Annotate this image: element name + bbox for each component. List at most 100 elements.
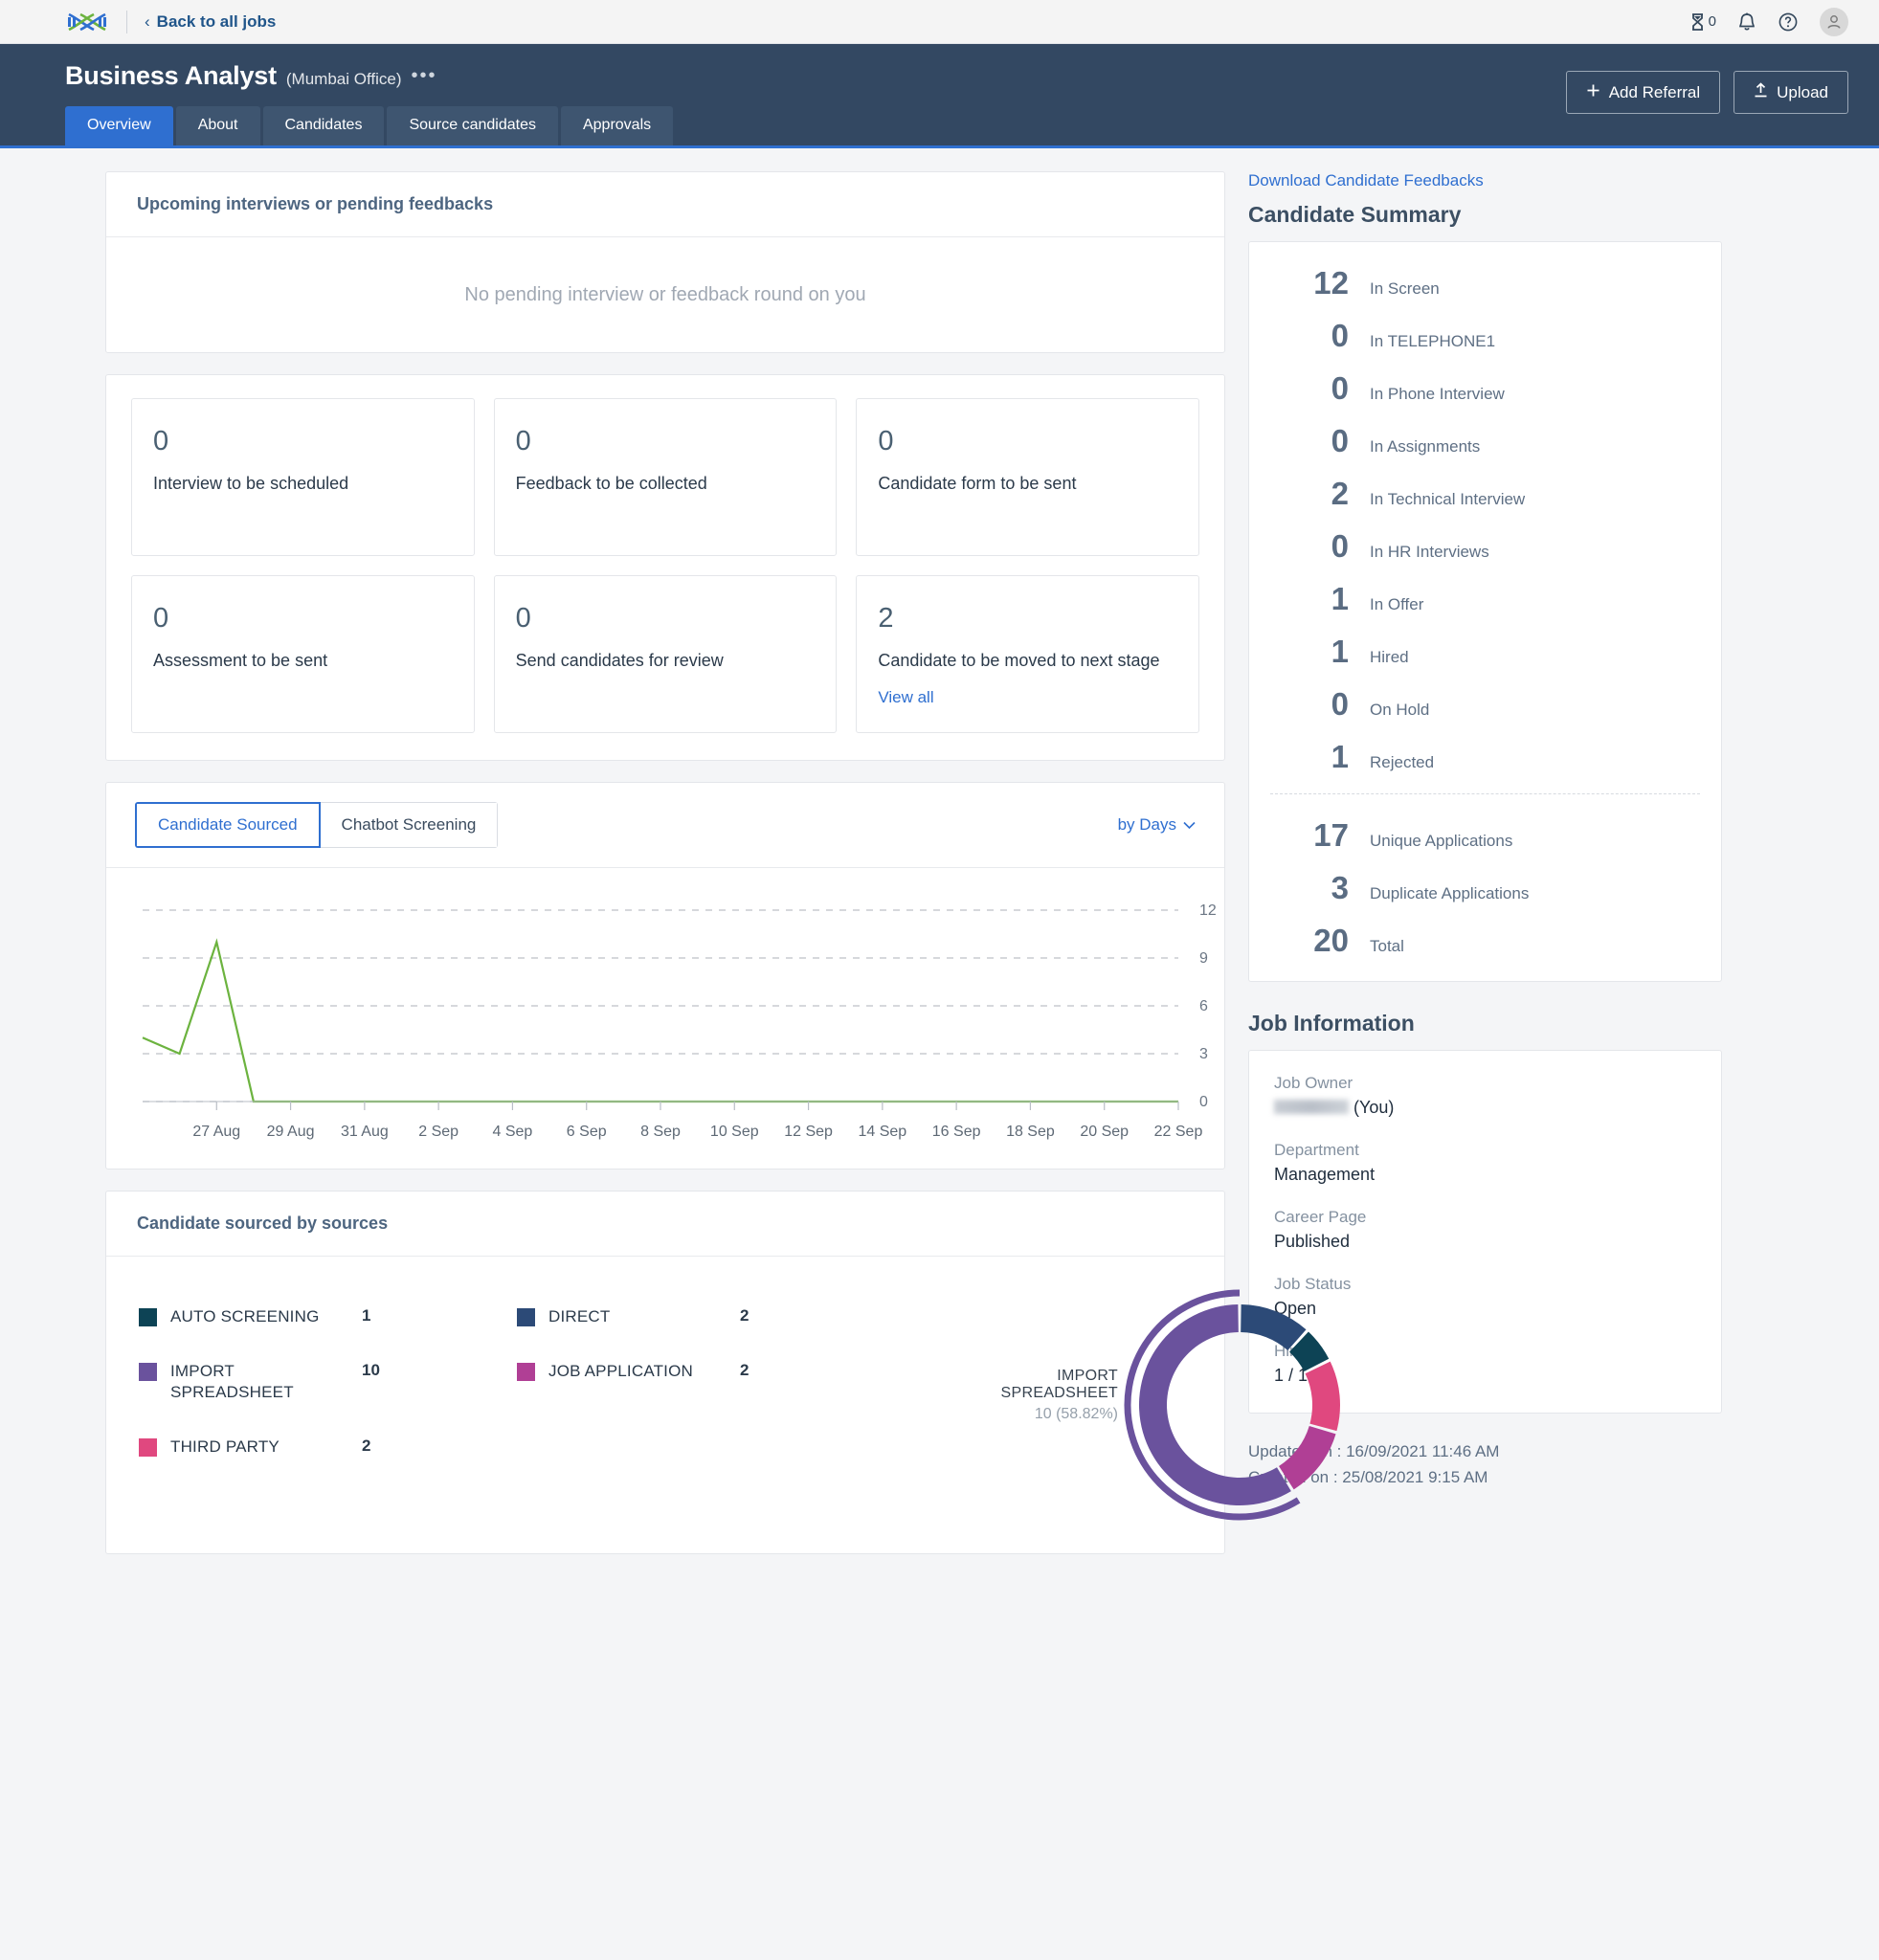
main-column: Upcoming interviews or pending feedbacks… <box>0 148 1340 1575</box>
summary-count: 3 <box>1331 870 1349 905</box>
user-avatar-icon[interactable] <box>1820 7 1848 36</box>
summary-count: 12 <box>1313 265 1349 301</box>
upcoming-interviews-card: Upcoming interviews or pending feedbacks… <box>105 171 1225 353</box>
info-value: Published <box>1274 1232 1351 1251</box>
legend-item-direct[interactable]: DIRECT 2 <box>517 1306 890 1326</box>
line-chart-body: 0 3 6 9 12 27 Aug 29 Aug 31 Aug 2 Sep 4 Sep 6 Sep 8… <box>106 868 1224 1169</box>
legend-value: 1 <box>362 1306 371 1325</box>
tab-candidates[interactable]: Candidates <box>262 106 385 145</box>
add-referral-button[interactable]: Add Referral <box>1565 71 1721 114</box>
tab-about[interactable]: About <box>175 106 260 145</box>
back-to-all-jobs-link[interactable]: ‹ Back to all jobs <box>145 12 276 32</box>
stat-card-interview-to-be-scheduled[interactable]: 0 Interview to be scheduled <box>131 398 475 556</box>
legend-item-auto-screening[interactable]: AUTO SCREENING 1 <box>139 1306 517 1326</box>
job-information-title: Job Information <box>1248 1011 1415 1036</box>
summary-count: 1 <box>1331 581 1349 616</box>
info-label: Department <box>1274 1141 1359 1159</box>
stat-number: 0 <box>515 426 531 457</box>
upcoming-empty-text: No pending interview or feedback round o… <box>464 283 866 305</box>
tab-overview[interactable]: Overview <box>65 106 173 145</box>
chevron-down-icon <box>1183 815 1196 835</box>
stat-card-assessment-to-be-sent[interactable]: 0 Assessment to be sent <box>131 575 475 733</box>
download-candidate-feedbacks-link[interactable]: Download Candidate Feedbacks <box>1248 171 1722 190</box>
svg-text:2 Sep: 2 Sep <box>418 1124 459 1140</box>
bell-icon[interactable] <box>1737 11 1756 33</box>
svg-text:6 Sep: 6 Sep <box>567 1124 607 1140</box>
candidate-summary-card: 12 In Screen 0 In TELEPHONE1 0 In Phone … <box>1248 241 1722 982</box>
stat-number: 0 <box>153 426 169 457</box>
summary-label: Hired <box>1370 648 1409 666</box>
stat-card-candidate-to-be-moved-to-next-stage[interactable]: 2 Candidate to be moved to next stage Vi… <box>856 575 1199 733</box>
candidate-summary-title: Candidate Summary <box>1248 202 1462 227</box>
sources-donut-chart <box>1124 1289 1340 1521</box>
help-circle-icon[interactable] <box>1778 11 1799 33</box>
summary-row-in-phone-interview: 0 In Phone Interview <box>1249 372 1721 404</box>
chart-toolbar: Candidate Sourced Chatbot Screening by D… <box>106 783 1224 868</box>
legend-item-import-spreadsheet[interactable]: IMPORT SPREADSHEET 10 <box>139 1361 517 1402</box>
svg-text:22 Sep: 22 Sep <box>1154 1124 1203 1140</box>
summary-label: Unique Applications <box>1370 832 1513 850</box>
summary-row-total: 20 Total <box>1249 924 1721 956</box>
legend-value: 2 <box>740 1361 749 1380</box>
summary-count: 0 <box>1331 686 1349 722</box>
chart-tab-group: Candidate Sourced Chatbot Screening <box>135 802 499 848</box>
granularity-dropdown[interactable]: by Days <box>1118 815 1196 835</box>
upload-button[interactable]: Upload <box>1734 71 1848 114</box>
stat-card-send-candidates-for-review[interactable]: 0 Send candidates for review <box>493 575 838 733</box>
stat-card-candidate-form-to-be-sent[interactable]: 0 Candidate form to be sent <box>856 398 1199 556</box>
stat-number: 2 <box>878 603 894 634</box>
summary-count: 17 <box>1313 817 1349 853</box>
summary-divider <box>1270 793 1700 794</box>
legend-swatch <box>139 1363 157 1382</box>
header-actions: Add Referral Upload <box>1565 61 1848 114</box>
more-options-icon[interactable]: ••• <box>412 66 437 85</box>
sources-heading: Candidate sourced by sources <box>106 1192 1224 1257</box>
svg-text:3: 3 <box>1199 1046 1208 1062</box>
divider <box>126 10 127 33</box>
summary-label: In Technical Interview <box>1370 490 1526 508</box>
chevron-left-icon: ‹ <box>145 11 150 31</box>
summary-row-on-hold: 0 On Hold <box>1249 688 1721 720</box>
summary-count: 0 <box>1331 528 1349 564</box>
summary-row-in-assignments: 0 In Assignments <box>1249 425 1721 457</box>
info-label: Job Owner <box>1274 1074 1353 1092</box>
svg-text:12 Sep: 12 Sep <box>784 1124 833 1140</box>
add-referral-label: Add Referral <box>1608 82 1701 101</box>
summary-count: 20 <box>1313 923 1349 958</box>
tab-candidate-sourced[interactable]: Candidate Sourced <box>135 802 321 848</box>
svg-text:27 Aug: 27 Aug <box>192 1124 240 1140</box>
tab-approvals[interactable]: Approvals <box>560 106 674 145</box>
info-value: Management <box>1274 1165 1376 1184</box>
legend-swatch <box>139 1308 157 1326</box>
back-label: Back to all jobs <box>156 11 277 31</box>
summary-count: 1 <box>1331 634 1349 669</box>
summary-label: Rejected <box>1370 753 1435 771</box>
tab-chatbot-screening[interactable]: Chatbot Screening <box>320 802 499 848</box>
view-all-link[interactable]: View all <box>878 688 1177 707</box>
summary-row-in-screen: 12 In Screen <box>1249 267 1721 299</box>
legend-label: DIRECT <box>548 1307 611 1325</box>
svg-text:18 Sep: 18 Sep <box>1006 1124 1055 1140</box>
legend-value: 2 <box>740 1306 749 1325</box>
legend-column-right: DIRECT 2 JOB APPLICATION 2 <box>517 1285 890 1515</box>
summary-label: In Screen <box>1370 279 1440 298</box>
summary-label: Total <box>1370 937 1404 955</box>
legend-item-third-party[interactable]: THIRD PARTY 2 <box>139 1437 517 1457</box>
tab-source-candidates[interactable]: Source candidates <box>387 106 558 145</box>
stat-number: 0 <box>515 603 531 634</box>
stat-label: Assessment to be sent <box>153 651 328 670</box>
legend-swatch <box>517 1363 535 1382</box>
hourglass-icon[interactable]: 0 <box>1689 12 1716 32</box>
legend-item-job-application[interactable]: JOB APPLICATION 2 <box>517 1361 890 1382</box>
svg-text:12: 12 <box>1199 902 1217 919</box>
info-value: (You) <box>1274 1098 1696 1118</box>
logo-wrap: ‹ Back to all jobs <box>65 10 276 33</box>
dna-logo-icon[interactable] <box>65 11 109 33</box>
svg-text:14 Sep: 14 Sep <box>858 1124 906 1140</box>
legend-column-left: AUTO SCREENING 1 IMPORT SPREADSHEET 10 T… <box>139 1285 517 1515</box>
svg-text:29 Aug: 29 Aug <box>267 1124 315 1140</box>
granularity-label: by Days <box>1117 815 1176 834</box>
hourglass-count: 0 <box>1708 13 1716 30</box>
stat-card-feedback-to-be-collected[interactable]: 0 Feedback to be collected <box>493 398 838 556</box>
svg-text:8 Sep: 8 Sep <box>640 1124 681 1140</box>
